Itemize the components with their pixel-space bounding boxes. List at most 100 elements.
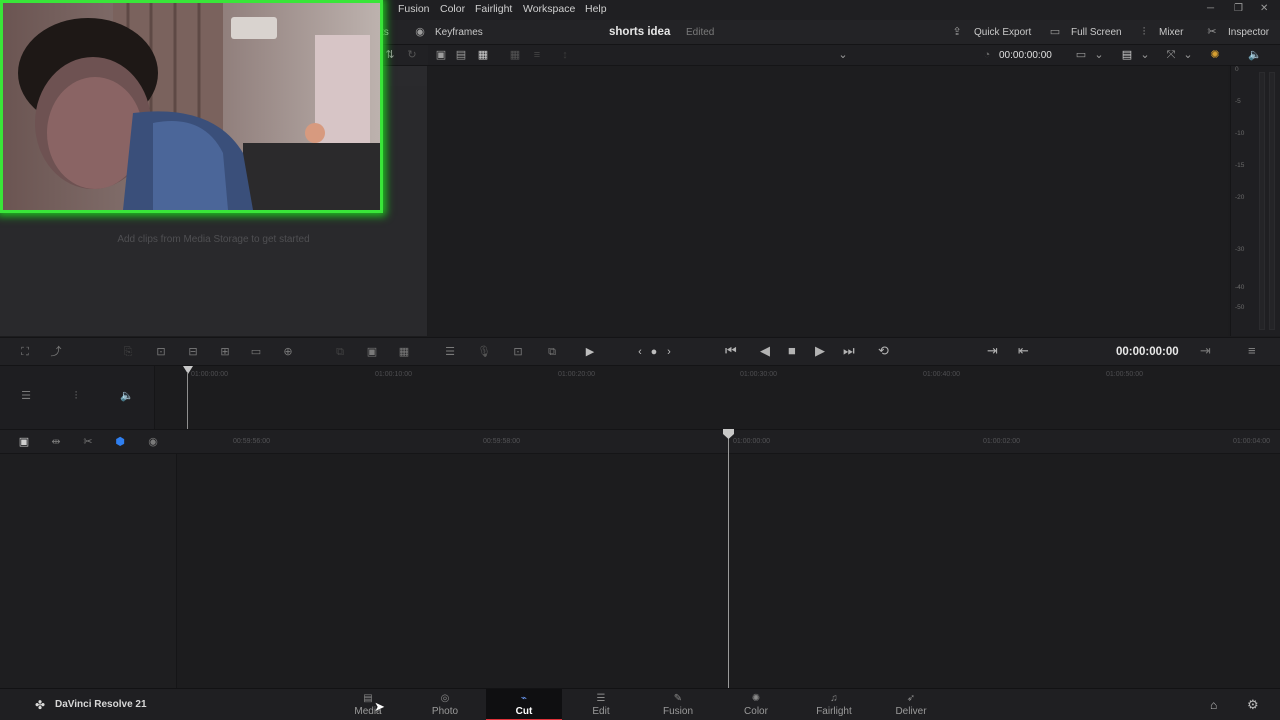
smart-insert-icon[interactable]: ⎘ [120, 346, 136, 358]
page-tab-edit[interactable]: ☰ Edit [566, 689, 636, 720]
transition-icon[interactable]: ⧉ [544, 346, 560, 358]
viewer-mode-icon[interactable]: ▤ [1120, 49, 1134, 61]
minimize-icon[interactable]: ─ [1207, 3, 1214, 14]
view-clip-icon[interactable]: ▣ [434, 49, 448, 61]
speaker-track-icon[interactable]: 🔈 [119, 390, 135, 402]
track-select-icon[interactable]: ☰ [18, 390, 34, 402]
chevron-down-icon[interactable]: ⌄ [1181, 49, 1195, 61]
menu-fairlight[interactable]: Fairlight [475, 3, 512, 15]
meter-mark: -5 [1235, 98, 1241, 105]
ruler-label: 01:00:00:00 [191, 371, 228, 378]
ruler-label: 01:00:04:00 [1233, 438, 1270, 445]
menu-color[interactable]: Color [440, 3, 465, 15]
quick-export-button[interactable]: Quick Export [974, 27, 1031, 38]
ruler-label: 01:00:00:00 [733, 438, 770, 445]
upper-track-header: ☰ ⫶ 🔈 [0, 366, 155, 429]
play-clip-icon[interactable]: ▶ [582, 346, 598, 358]
append-icon[interactable]: ⊡ [153, 346, 169, 358]
lower-timeline[interactable] [177, 429, 1280, 688]
source-overwrite-icon[interactable]: ⊕ [280, 346, 296, 358]
ripple-icon[interactable]: ⊡ [510, 346, 526, 358]
mixer-button[interactable]: Mixer [1159, 27, 1183, 38]
view-source-icon[interactable]: ▤ [454, 49, 468, 61]
mouse-cursor-icon: ➤ [374, 699, 385, 714]
media-icon: ▤ [363, 693, 373, 704]
home-icon[interactable]: ⌂ [1210, 698, 1217, 712]
lower-timeline-ruler[interactable]: ▣ ⇹ ✂ ⬢ ◉ 00:59:56:00 00:59:58:00 01:00:… [0, 429, 1280, 454]
insert-icon[interactable]: ⧉ [332, 346, 348, 358]
ripple-overwrite-icon[interactable]: ⊟ [185, 346, 201, 358]
sort-order-icon[interactable]: ↕ [558, 49, 572, 61]
snap-icon[interactable]: ⛶ [17, 346, 33, 358]
chevron-down-icon[interactable]: ⌄ [1092, 49, 1106, 61]
media-pool-empty-message: Add clips from Media Storage to get star… [117, 234, 310, 245]
maximize-icon[interactable]: ❐ [1234, 3, 1243, 14]
audio-waveform-icon[interactable]: ⇹ [48, 436, 64, 448]
ruler-label: 01:00:02:00 [983, 438, 1020, 445]
chevron-down-icon[interactable]: ⌄ [1138, 49, 1152, 61]
transform-icon[interactable]: ⤧ [1164, 49, 1178, 61]
link-icon[interactable]: ⤴ [48, 346, 64, 358]
next-edit-icon[interactable]: › [661, 346, 677, 358]
rocket-icon: ➶ [906, 693, 916, 704]
refresh-icon[interactable]: ↻ [405, 49, 419, 61]
page-tab-photo[interactable]: ◎ Photo [410, 689, 480, 720]
close-icon[interactable]: ✕ [1260, 3, 1268, 14]
color-wheel-icon[interactable]: ✺ [1208, 49, 1222, 61]
tools-icon[interactable]: ☰ [442, 346, 458, 358]
webcam-overlay [0, 0, 383, 213]
grid-icon[interactable]: ▦ [508, 49, 522, 61]
menu-fusion[interactable]: Fusion [398, 3, 430, 15]
video-track-icon[interactable]: ▣ [16, 436, 32, 448]
page-tab-media[interactable]: ▤ Media [333, 689, 403, 720]
upper-timeline[interactable]: 01:00:00:00 01:00:10:00 01:00:20:00 01:0… [0, 366, 1280, 429]
music-note-icon: ♫ [830, 693, 838, 704]
reverse-play-icon[interactable]: ◀ [760, 344, 770, 358]
audio-meter: 0 -5 -10 -15 -20 -30 -40 -50 [1230, 66, 1280, 336]
export-icon: ⇪ [952, 26, 962, 38]
view-timeline-icon[interactable]: ▦ [476, 49, 490, 61]
meter-mark: -10 [1235, 130, 1245, 137]
play-icon[interactable]: ▶ [815, 344, 825, 358]
speaker-icon[interactable]: 🔈 [1248, 49, 1262, 61]
gear-icon[interactable]: ⚙ [1247, 697, 1259, 713]
page-tab-color[interactable]: ✺ Color [721, 689, 791, 720]
stop-icon[interactable]: ■ [788, 344, 796, 358]
eye-icon[interactable]: ◉ [145, 436, 161, 448]
list-icon[interactable]: ≡ [530, 49, 544, 61]
resolve-logo-icon: ✤ [35, 698, 46, 712]
audio-track-icon[interactable]: ⫶ [68, 390, 84, 402]
go-to-end-icon[interactable]: ⏭ [843, 344, 855, 358]
place-on-top-icon[interactable]: ▭ [248, 346, 264, 358]
loop-icon[interactable]: ⟲ [878, 344, 889, 358]
meter-mark: 0 [1235, 66, 1239, 73]
overwrite-icon[interactable]: ▣ [364, 346, 380, 358]
audio-record-icon[interactable]: 🎙 [476, 346, 492, 358]
menu-icon[interactable]: ≡ [1248, 344, 1256, 358]
viewer-size-icon[interactable]: ▭ [1074, 49, 1088, 61]
marker-icon[interactable]: ⬢ [112, 436, 128, 448]
marker-dot-icon[interactable]: ● [646, 346, 662, 358]
viewer-timecode: 00:00:00:00 [999, 50, 1052, 61]
cut-scissors-icon[interactable]: ✂ [80, 436, 96, 448]
next-frame-icon[interactable]: ⇥ [987, 344, 998, 358]
replace-icon[interactable]: ▦ [396, 346, 412, 358]
sort-icon[interactable]: ⇅ [383, 49, 397, 61]
menu-help[interactable]: Help [585, 3, 607, 15]
close-up-icon[interactable]: ⊞ [217, 346, 233, 358]
page-tab-cut[interactable]: ⌁ Cut [486, 689, 562, 720]
tools-row: ⛶ ⤴ ⎘ ⊡ ⊟ ⊞ ▭ ⊕ ⧉ ▣ ▦ ☰ 🎙 ⊡ ⧉ ▶ ‹ ● › ⏮ … [0, 337, 1280, 366]
viewer[interactable] [428, 66, 1228, 336]
inspector-button[interactable]: Inspector [1228, 27, 1269, 38]
page-tab-fusion[interactable]: ✎ Fusion [643, 689, 713, 720]
full-screen-button[interactable]: Full Screen [1071, 27, 1122, 38]
color-icon: ✺ [751, 693, 761, 704]
page-tab-deliver[interactable]: ➶ Deliver [876, 689, 946, 720]
prev-frame-icon[interactable]: ⇤ [1018, 344, 1029, 358]
go-to-start-icon[interactable]: ⏮ [725, 344, 737, 358]
page-tab-fairlight[interactable]: ♫ Fairlight [799, 689, 869, 720]
chevron-down-icon[interactable]: ⌄ [836, 49, 850, 61]
menu-workspace[interactable]: Workspace [523, 3, 575, 15]
keyframes-button[interactable]: Keyframes [435, 27, 483, 38]
timecode-options-icon[interactable]: ⇥ [1200, 344, 1211, 358]
